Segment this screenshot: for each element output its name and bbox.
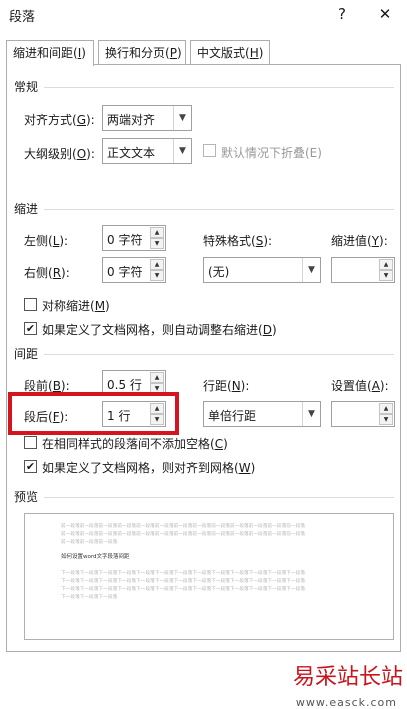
outline-level-select[interactable]: 正文文本 ▼ <box>102 138 192 164</box>
mirror-indents-label: 对称缩进(M) <box>42 299 110 313</box>
snap-to-grid-label: 如果定义了文档网格，则对齐到网格(W) <box>42 461 256 475</box>
chevron-down-icon: ▼ <box>302 258 320 282</box>
preview-next-line: 下一段落下一段落下一段落下一段落下一段落下一段落下一段落下一段落下一段落下一段落… <box>61 587 306 592</box>
line-spacing-select[interactable]: 单倍行距 ▼ <box>203 401 321 427</box>
no-space-same-style-label: 在相同样式的段落间不添加空格(C) <box>42 437 228 451</box>
no-space-same-style-checkbox[interactable] <box>24 436 37 449</box>
spacing-at-label: 设置值(A): <box>331 379 389 393</box>
indent-left-spinner[interactable]: 0 字符 ▲ ▼ <box>102 225 166 251</box>
preview-prev-line: 前一段落前一段落前一段落前一段落前一段落前一段落前一段落前一段落前一段落前一段落… <box>61 524 306 529</box>
auto-adjust-right-indent-checkbox[interactable]: ✔ <box>24 322 37 335</box>
indent-right-spinner[interactable]: 0 字符 ▲ ▼ <box>102 257 166 283</box>
preview-sample-text: 如何设置word文字段落间距 <box>61 554 130 560</box>
close-icon[interactable]: ✕ <box>373 2 397 26</box>
special-indent-label: 特殊格式(S): <box>203 234 273 248</box>
chevron-down-icon: ▼ <box>173 139 191 163</box>
indent-heading: 缩进 <box>14 202 39 216</box>
spacing-separator <box>44 354 394 355</box>
preview-next-line: 下一段落下一段落下一段落下一段落下一段落下一段落下一段落下一段落下一段落下一段落… <box>61 579 306 584</box>
spin-up-icon[interactable]: ▲ <box>379 259 393 270</box>
preview-prev-line: 前一段落前一段落前一段落前一段落前一段落前一段落前一段落前一段落前一段落前一段落… <box>61 532 306 537</box>
watermark-url: www.easck.com <box>295 696 397 709</box>
indent-by-label: 缩进值(Y): <box>331 234 388 248</box>
auto-adjust-right-indent-label: 如果定义了文档网格，则自动调整右缩进(D) <box>42 323 277 337</box>
preview-next-line: 下一段落下一段落下一段落 <box>61 595 118 600</box>
outline-level-label: 大纲级别(O): <box>24 147 95 161</box>
tab-indents-spacing[interactable]: 缩进和间距(I) <box>6 40 94 66</box>
collapse-label: 默认情况下折叠(E) <box>221 146 322 160</box>
window-title: 段落 <box>9 10 36 25</box>
alignment-select[interactable]: 两端对齐 ▼ <box>102 105 192 131</box>
preview-separator <box>44 497 394 498</box>
collapse-checkbox[interactable] <box>203 144 216 157</box>
indent-separator <box>44 209 394 210</box>
spacing-at-spinner[interactable]: ▲ ▼ <box>331 401 395 427</box>
preview-next-line: 下一段落下一段落下一段落下一段落下一段落下一段落下一段落下一段落下一段落下一段落… <box>61 571 306 576</box>
highlight-annotation <box>8 392 179 435</box>
watermark-logo: 易采站长站 <box>292 665 403 690</box>
tab-strip: 缩进和间距(I) 换行和分页(P) 中文版式(H) <box>6 40 401 66</box>
indent-left-label: 左侧(L): <box>24 234 69 248</box>
preview-heading: 预览 <box>14 490 39 504</box>
spin-down-icon[interactable]: ▼ <box>150 270 164 281</box>
special-indent-select[interactable]: (无) ▼ <box>203 257 321 283</box>
general-heading: 常规 <box>14 80 39 94</box>
alignment-label: 对齐方式(G): <box>24 113 95 127</box>
spin-up-icon[interactable]: ▲ <box>150 259 164 270</box>
spin-down-icon[interactable]: ▼ <box>379 270 393 281</box>
preview-prev-line: 前一段落前一段落前一段落 <box>61 540 118 545</box>
spin-up-icon[interactable]: ▲ <box>150 227 164 238</box>
indent-right-label: 右侧(R): <box>24 266 70 280</box>
mirror-indents-checkbox[interactable] <box>24 298 37 311</box>
title-bar: 段落 ? ✕ <box>0 0 407 30</box>
preview-pane: 前一段落前一段落前一段落前一段落前一段落前一段落前一段落前一段落前一段落前一段落… <box>24 513 394 640</box>
general-separator <box>44 87 394 88</box>
help-button[interactable]: ? <box>331 2 353 26</box>
chevron-down-icon: ▼ <box>302 402 320 426</box>
tab-line-page-breaks[interactable]: 换行和分页(P) <box>98 40 186 65</box>
spin-up-icon[interactable]: ▲ <box>379 403 393 414</box>
snap-to-grid-checkbox[interactable]: ✔ <box>24 460 37 473</box>
tab-asian-typography[interactable]: 中文版式(H) <box>190 40 270 65</box>
spin-up-icon[interactable]: ▲ <box>150 372 164 383</box>
chevron-down-icon: ▼ <box>173 106 191 130</box>
spin-down-icon[interactable]: ▼ <box>150 238 164 249</box>
indent-by-spinner[interactable]: ▲ ▼ <box>331 257 395 283</box>
line-spacing-label: 行距(N): <box>203 379 250 393</box>
spin-down-icon[interactable]: ▼ <box>379 414 393 425</box>
spacing-heading: 间距 <box>14 347 39 361</box>
